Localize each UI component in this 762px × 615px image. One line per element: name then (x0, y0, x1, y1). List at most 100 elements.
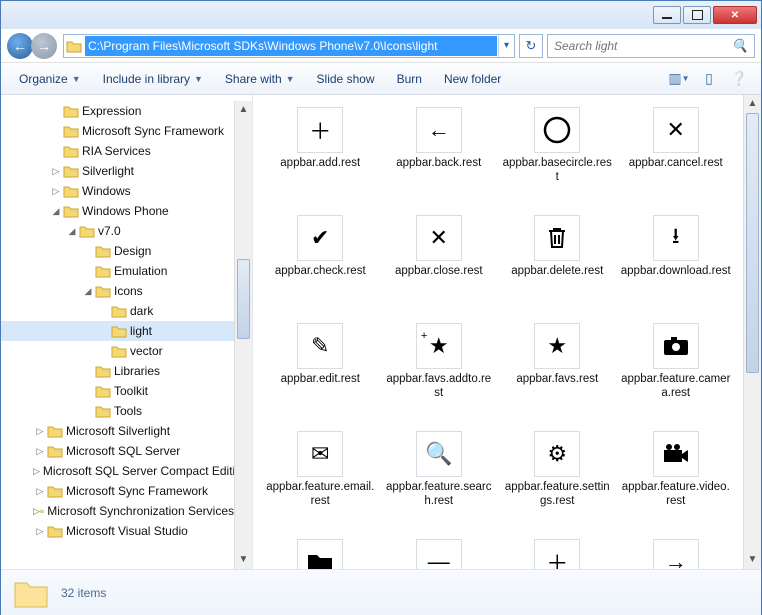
status-text: 32 items (61, 586, 106, 600)
tree-label: Libraries (111, 364, 160, 378)
tree-item[interactable]: ▷Microsoft SQL Server (1, 441, 234, 461)
file-item[interactable]: appbar.folder.rest (261, 539, 380, 569)
address-dropdown[interactable]: ▾ (498, 35, 514, 57)
file-item[interactable]: →appbar.next.rest (617, 539, 736, 569)
slideshow-button[interactable]: Slide show (309, 68, 383, 90)
tree-item[interactable]: ▷ Microsoft Visual Studio (1, 521, 234, 541)
expand-toggle[interactable]: ▷ (33, 466, 40, 477)
file-item[interactable]: ★appbar.favs.rest (498, 323, 617, 431)
file-item[interactable]: ←appbar.back.rest (380, 107, 499, 215)
file-item[interactable]: appbar.basecircle.rest (498, 107, 617, 215)
file-thumbnail: ⚙ (534, 431, 580, 477)
explorer-window: ← → ▾ ↻ 🔍 Organize▼ Include in library▼ … (0, 0, 762, 615)
tree-item[interactable]: Design (1, 241, 234, 261)
search-box[interactable]: 🔍 (547, 34, 755, 58)
burn-button[interactable]: Burn (389, 68, 430, 90)
scroll-thumb[interactable] (237, 259, 250, 339)
file-item[interactable]: —appbar.minus.rest (380, 539, 499, 569)
file-item[interactable]: appbar.delete.rest (498, 215, 617, 323)
tree-item[interactable]: ◢ v7.0 (1, 221, 234, 241)
folder-icon (13, 577, 49, 609)
file-item[interactable]: appbar.feature.camera.rest (617, 323, 736, 431)
tree-item[interactable]: ▷Microsoft SQL Server Compact Edition (1, 461, 234, 481)
search-icon: 🔍 (732, 38, 748, 54)
tree-item[interactable]: RIA Services (1, 141, 234, 161)
scroll-down[interactable]: ▼ (744, 551, 761, 569)
tree-item[interactable]: ▷Microsoft Silverlight (1, 421, 234, 441)
share-button[interactable]: Share with▼ (217, 68, 303, 90)
expand-toggle[interactable]: ▷ (49, 186, 63, 197)
tree-item[interactable]: Emulation (1, 261, 234, 281)
address-input[interactable] (85, 36, 497, 56)
expand-toggle[interactable]: ▷ (49, 166, 63, 177)
file-item[interactable]: ⚙appbar.feature.settings.rest (498, 431, 617, 539)
file-thumbnail: ＋ (297, 107, 343, 153)
icon-pane[interactable]: ＋appbar.add.rest←appbar.back.restappbar.… (253, 95, 743, 569)
file-item[interactable]: ✕appbar.cancel.rest (617, 107, 736, 215)
tree-item[interactable]: ▷Microsoft Sync Framework (1, 481, 234, 501)
expand-toggle[interactable]: ▷ (33, 446, 47, 457)
expand-toggle[interactable]: ▷ (33, 526, 47, 537)
folder-tree[interactable]: ExpressionMicrosoft Sync Framework RIA Se… (1, 95, 253, 569)
newfolder-button[interactable]: New folder (436, 68, 509, 90)
tree-item[interactable]: Microsoft Sync Framework (1, 121, 234, 141)
scroll-down[interactable]: ▼ (235, 551, 252, 569)
content-scrollbar[interactable]: ▲ ▼ (743, 95, 761, 569)
tree-item[interactable]: dark (1, 301, 234, 321)
tree-item[interactable]: ▷ Windows (1, 181, 234, 201)
help-button[interactable]: ❔ (727, 68, 751, 90)
refresh-button[interactable]: ↻ (519, 34, 543, 58)
tree-item[interactable]: ◢Icons (1, 281, 234, 301)
file-item[interactable]: ★+appbar.favs.addto.rest (380, 323, 499, 431)
expand-toggle[interactable]: ▷ (33, 506, 40, 517)
forward-button[interactable]: → (31, 33, 57, 59)
expand-toggle[interactable]: ◢ (49, 206, 63, 217)
close-button[interactable] (713, 6, 757, 24)
tree-item[interactable]: Tools (1, 401, 234, 421)
file-item[interactable]: ＋appbar.new.rest (498, 539, 617, 569)
tree-item[interactable]: vector (1, 341, 234, 361)
file-item[interactable]: appbar.feature.video.rest (617, 431, 736, 539)
tree-item[interactable]: Toolkit (1, 381, 234, 401)
body: ExpressionMicrosoft Sync Framework RIA Se… (1, 95, 761, 569)
file-item[interactable]: ✎appbar.edit.rest (261, 323, 380, 431)
tree-item[interactable]: ▷Microsoft Synchronization Services (1, 501, 234, 521)
tree-item[interactable]: Libraries (1, 361, 234, 381)
file-item[interactable]: ✔appbar.check.rest (261, 215, 380, 323)
tree-item[interactable]: ◢Windows Phone (1, 201, 234, 221)
maximize-button[interactable] (683, 6, 711, 24)
back-button[interactable]: ← (7, 33, 33, 59)
tree-item[interactable]: ▷Silverlight (1, 161, 234, 181)
tree-label: RIA Services (79, 144, 151, 158)
file-thumbnail: 🔍 (416, 431, 462, 477)
file-thumbnail: ★+ (416, 323, 462, 369)
tree-label: v7.0 (95, 224, 121, 238)
scroll-up[interactable]: ▲ (235, 101, 252, 119)
preview-pane-button[interactable]: ▯ (697, 68, 721, 90)
search-input[interactable] (554, 39, 732, 53)
tree-item[interactable]: Expression (1, 101, 234, 121)
tree-scrollbar[interactable]: ▲ ▼ (234, 101, 252, 569)
tree-label: Microsoft Visual Studio (63, 524, 188, 538)
expand-toggle[interactable]: ◢ (81, 286, 95, 297)
include-button[interactable]: Include in library▼ (95, 68, 211, 90)
file-thumbnail: ✔ (297, 215, 343, 261)
scroll-up[interactable]: ▲ (744, 95, 761, 113)
tree-item[interactable]: light (1, 321, 234, 341)
file-item[interactable]: ⭳appbar.download.rest (617, 215, 736, 323)
file-item[interactable]: ✕appbar.close.rest (380, 215, 499, 323)
expand-toggle[interactable]: ▷ (33, 486, 47, 497)
tree-label: Windows (79, 184, 131, 198)
content-area: ＋appbar.add.rest←appbar.back.restappbar.… (253, 95, 761, 569)
file-item[interactable]: ✉appbar.feature.email.rest (261, 431, 380, 539)
expand-toggle[interactable]: ◢ (65, 226, 79, 237)
file-thumbnail: → (653, 539, 699, 569)
file-item[interactable]: ＋appbar.add.rest (261, 107, 380, 215)
file-item[interactable]: 🔍appbar.feature.search.rest (380, 431, 499, 539)
address-bar[interactable]: ▾ (63, 34, 515, 58)
minimize-button[interactable] (653, 6, 681, 24)
view-button[interactable]: ▥ ▼ (667, 68, 691, 90)
organize-button[interactable]: Organize▼ (11, 68, 89, 90)
expand-toggle[interactable]: ▷ (33, 426, 47, 437)
scroll-thumb[interactable] (746, 113, 759, 373)
